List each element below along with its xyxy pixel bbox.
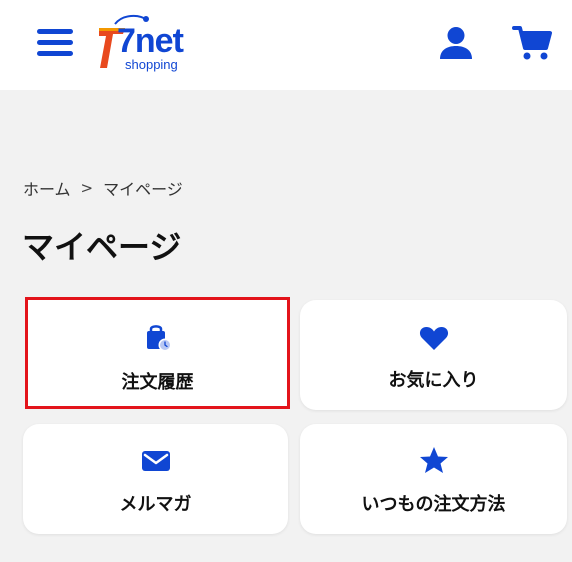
logo-wordmark: 7net (117, 22, 184, 60)
breadcrumb: ホーム > マイページ (23, 176, 183, 200)
favorites-label: お気に入り (388, 370, 479, 391)
shopping-cart-icon[interactable] (512, 24, 554, 62)
usual-order-method-card[interactable]: いつもの注文方法 (300, 424, 567, 534)
order-history-card[interactable]: 注文履歴 (25, 297, 290, 409)
user-icon[interactable] (438, 26, 474, 60)
breadcrumb-separator: > (80, 179, 94, 197)
logo-subtext: shopping (125, 57, 178, 72)
mail-magazine-card[interactable]: メルマガ (23, 424, 288, 534)
mail-icon (141, 450, 171, 476)
shopping-bag-clock-icon (143, 324, 173, 356)
site-logo[interactable]: 7net shopping (97, 12, 187, 74)
breadcrumb-current: マイページ (103, 180, 183, 199)
breadcrumb-home-link[interactable]: ホーム (23, 176, 71, 200)
usual-order-method-label: いつもの注文方法 (361, 494, 506, 515)
heart-icon (419, 325, 449, 355)
order-history-label: 注文履歴 (121, 372, 194, 393)
mail-magazine-label: メルマガ (119, 494, 192, 515)
star-icon (419, 446, 449, 478)
favorites-card[interactable]: お気に入り (300, 300, 567, 410)
hamburger-menu-icon[interactable] (36, 27, 76, 59)
site-header: 7net shopping (0, 0, 572, 90)
page-title: マイページ (22, 228, 182, 266)
